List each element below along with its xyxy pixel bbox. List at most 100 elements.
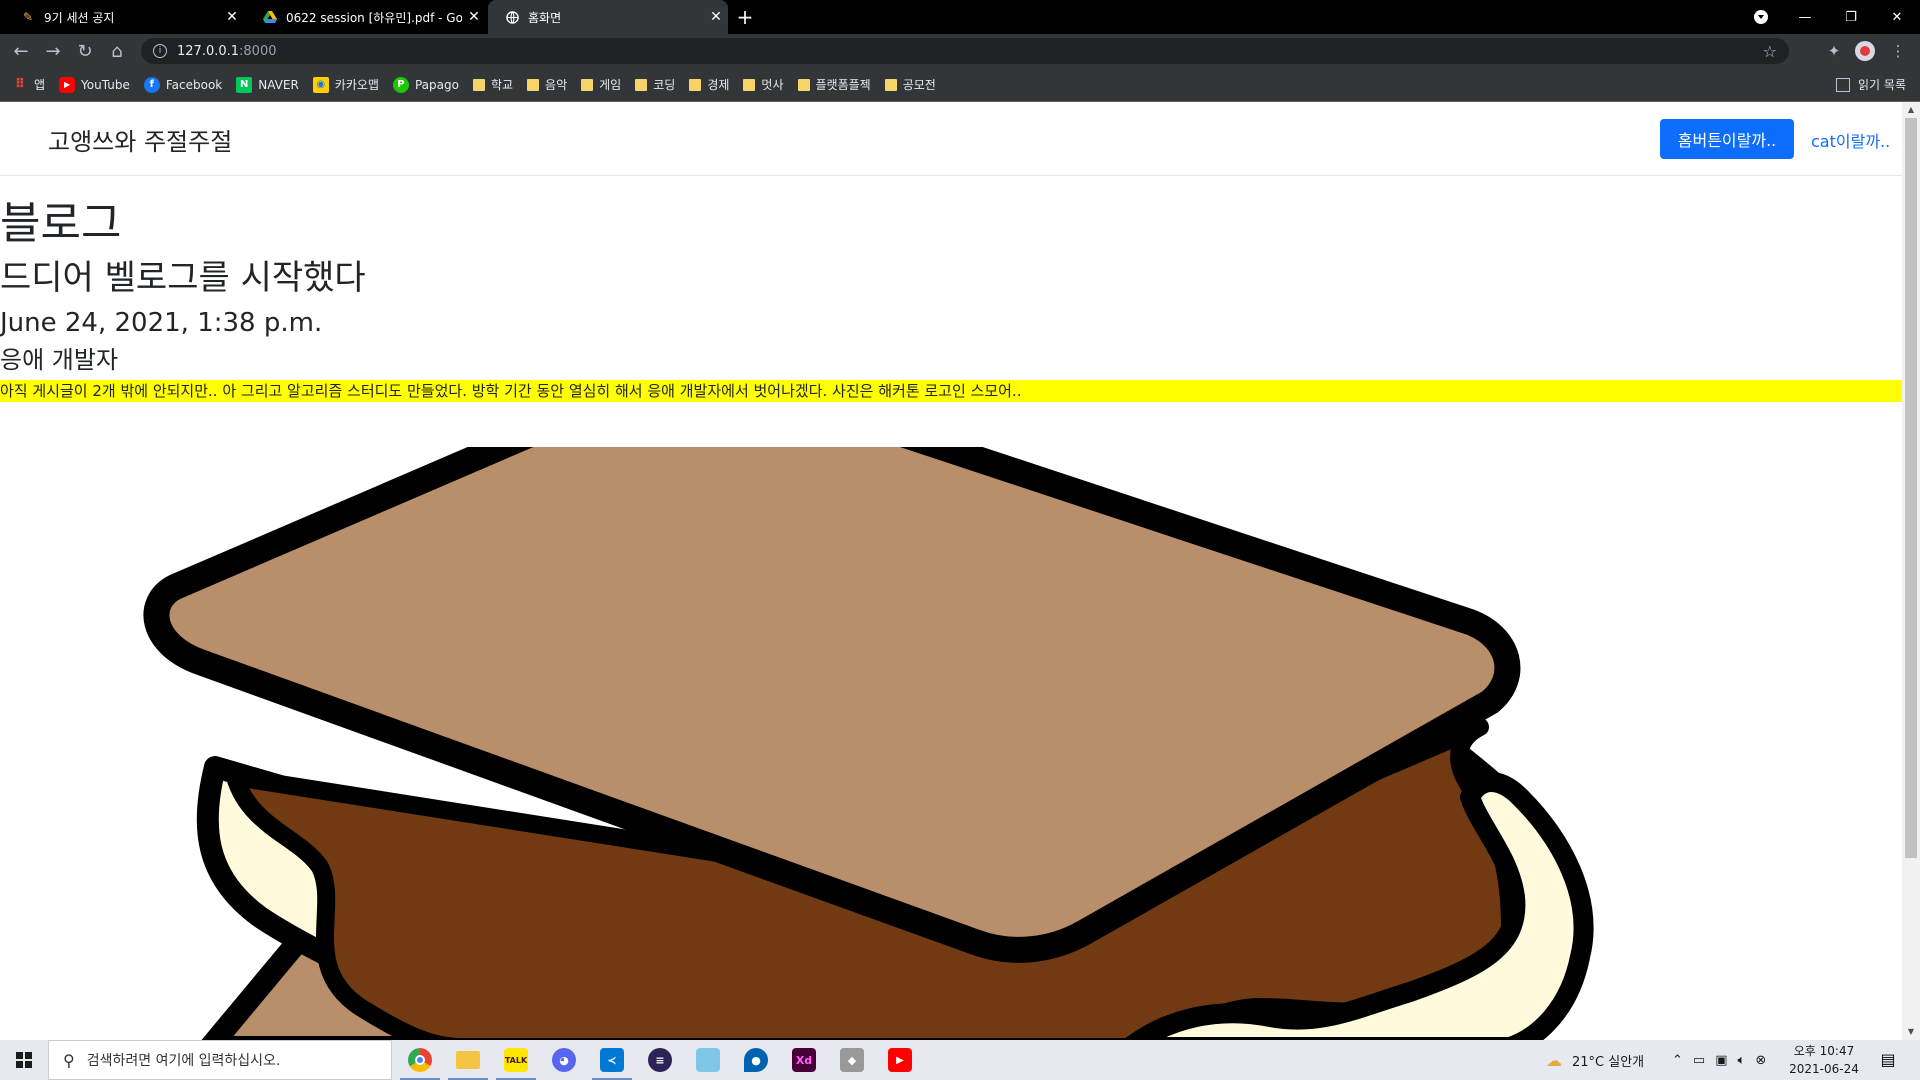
discord-icon: ◕: [552, 1048, 576, 1072]
smore-logo-image: [143, 447, 1594, 1040]
cat-link-button[interactable]: cat이랄까..: [1811, 128, 1890, 152]
tab-session-pdf[interactable]: 0622 session [하유민].pdf - Goo ✕: [246, 0, 486, 34]
restore-icon[interactable]: ❐: [1828, 0, 1874, 34]
bookmark-naver[interactable]: N NAVER: [236, 76, 299, 93]
bookmark-folder-likelion[interactable]: 멋사: [743, 76, 784, 93]
apps-grid-icon: ⠿: [14, 77, 26, 92]
search-icon: ⚲: [63, 1050, 75, 1070]
3d-viewer-icon: ◆: [840, 1048, 864, 1072]
taskbar-file-explorer[interactable]: [444, 1040, 492, 1080]
blog-post: 블로그 드디어 벨로그를 시작했다 June 24, 2021, 1:38 p.…: [0, 198, 1902, 402]
bookmark-label: 카카오맵: [334, 78, 379, 92]
chevron-up-icon[interactable]: ⌃: [1672, 1053, 1683, 1068]
site-info-icon[interactable]: i: [153, 44, 167, 58]
scrollbar-thumb[interactable]: [1905, 118, 1917, 858]
address-bar[interactable]: i 127.0.0.1:8000 ☆: [141, 38, 1789, 64]
youtube-icon: ▶: [59, 76, 76, 93]
taskbar-youtube[interactable]: ▶: [876, 1040, 924, 1080]
bookmark-folder-music[interactable]: 음악: [527, 76, 567, 93]
bookmark-folder-economy[interactable]: 경제: [689, 76, 729, 93]
home-icon[interactable]: ⌂: [104, 39, 130, 63]
profile-menu-icon[interactable]: [1738, 0, 1784, 34]
weather-widget[interactable]: ☁ 21°C 실안개: [1546, 1040, 1644, 1080]
close-tab-icon[interactable]: ✕: [220, 9, 244, 25]
minimize-icon[interactable]: —: [1782, 0, 1828, 34]
adobe-xd-icon: Xd: [792, 1048, 816, 1072]
bookmark-folder-contest[interactable]: 공모전: [884, 76, 936, 93]
reading-list-icon: [1836, 77, 1851, 92]
taskbar-maps[interactable]: ●: [732, 1040, 780, 1080]
profile-avatar[interactable]: [1855, 41, 1875, 61]
pencil-icon: ✎: [22, 10, 34, 24]
bookmark-star-icon[interactable]: ☆: [1763, 42, 1777, 61]
folder-icon: [472, 78, 485, 91]
taskbar-discord[interactable]: ◕: [540, 1040, 588, 1080]
address-host: 127.0.0.1: [177, 43, 240, 59]
taskbar-search-box[interactable]: ⚲ 검색하려면 여기에 입력하십시오.: [48, 1040, 392, 1080]
site-brand[interactable]: 고앵쓰와 주절주절: [48, 122, 232, 157]
browser-tab-strip: ✎ 9기 세션 공지 ✕ 0622 session [하유민].pdf - Go…: [0, 0, 1920, 34]
taskbar-eclipse[interactable]: ≡: [636, 1040, 684, 1080]
post-body: 아직 게시글이 2개 밖에 안되지만.. 아 그리고 알고리즘 스터디도 만들었…: [0, 380, 1902, 402]
new-tab-button[interactable]: +: [733, 5, 757, 29]
clock-date: 2021-06-24: [1789, 1062, 1859, 1076]
network-icon[interactable]: ▣: [1715, 1053, 1727, 1068]
taskbar-chrome[interactable]: [396, 1040, 444, 1080]
folder-icon: [581, 78, 594, 91]
site-navbar: 고앵쓰와 주절주절 홈버튼이랄까.. cat이랄까..: [0, 102, 1902, 176]
weather-text: 21°C 실안개: [1572, 1054, 1645, 1070]
bookmark-facebook[interactable]: f Facebook: [143, 76, 223, 93]
menu-kebab-icon[interactable]: ⋮: [1886, 39, 1910, 63]
folder-icon: [797, 78, 810, 91]
scroll-down-arrow-icon[interactable]: ▼: [1902, 1024, 1920, 1040]
start-button[interactable]: [0, 1040, 48, 1080]
close-window-icon[interactable]: ✕: [1874, 0, 1920, 34]
close-tab-icon[interactable]: ✕: [462, 9, 486, 25]
taskbar-kakaotalk[interactable]: TALK: [492, 1040, 540, 1080]
bookmark-label: YouTube: [81, 77, 130, 92]
taskbar-clock[interactable]: 오후 10:47 2021-06-24: [1786, 1042, 1862, 1078]
folder-icon: [527, 78, 540, 91]
home-button[interactable]: 홈버튼이랄까..: [1660, 119, 1794, 159]
bookmark-papago[interactable]: P Papago: [392, 76, 459, 93]
ime-icon[interactable]: ⊗: [1755, 1053, 1766, 1068]
bookmark-label: Facebook: [165, 77, 223, 92]
tab-title: 9기 세션 공지: [44, 10, 115, 25]
extensions-icon[interactable]: ✦: [1822, 39, 1846, 63]
folder-icon: [743, 78, 756, 91]
kakaotalk-icon: TALK: [504, 1048, 528, 1072]
taskbar-notepad[interactable]: [684, 1040, 732, 1080]
tab-home[interactable]: 홈화면 ✕: [488, 0, 728, 34]
taskbar-3d-viewer[interactable]: ◆: [828, 1040, 876, 1080]
forward-icon[interactable]: →: [40, 39, 66, 63]
file-explorer-icon: [456, 1051, 480, 1069]
back-icon[interactable]: ←: [8, 39, 34, 63]
volume-icon[interactable]: 🔈︎: [1738, 1053, 1746, 1068]
battery-icon[interactable]: ▭: [1693, 1053, 1705, 1068]
weather-fog-icon: ☁: [1546, 1050, 1562, 1070]
reading-list-button[interactable]: 읽기 목록: [1836, 76, 1906, 93]
bookmark-apps[interactable]: ⠿ 앱: [12, 76, 45, 93]
bookmark-label: NAVER: [258, 77, 299, 92]
bookmark-folder-school[interactable]: 학교: [472, 76, 513, 93]
taskbar-vscode[interactable]: ≺: [588, 1040, 636, 1080]
scroll-up-arrow-icon[interactable]: ▲: [1902, 102, 1920, 118]
notification-icon[interactable]: ▤: [1876, 1048, 1900, 1072]
bookmark-label: 경제: [707, 78, 730, 92]
folder-icon: [635, 78, 648, 91]
taskbar-adobe-xd[interactable]: Xd: [780, 1040, 828, 1080]
reload-icon[interactable]: ↻: [72, 39, 98, 63]
bookmark-label: Papago: [414, 77, 459, 92]
page-scrollbar[interactable]: ▲ ▼: [1902, 102, 1920, 1040]
bookmark-folder-coding[interactable]: 코딩: [635, 76, 675, 93]
page-heading: 블로그: [0, 198, 122, 249]
bookmark-folder-platform-project[interactable]: 플랫폼플젝: [797, 76, 871, 93]
bookmark-kakaomap[interactable]: ◉ 카카오맵: [312, 76, 379, 93]
bookmark-folder-game[interactable]: 게임: [581, 76, 621, 93]
bookmark-youtube[interactable]: ▶ YouTube: [59, 76, 130, 93]
tab-session-notice[interactable]: ✎ 9기 세션 공지 ✕: [4, 0, 244, 34]
close-tab-icon[interactable]: ✕: [704, 9, 728, 25]
clock-time: 오후 10:47: [1793, 1044, 1855, 1058]
bookmark-label: 공모전: [902, 78, 936, 92]
youtube-icon: ▶: [888, 1048, 912, 1072]
